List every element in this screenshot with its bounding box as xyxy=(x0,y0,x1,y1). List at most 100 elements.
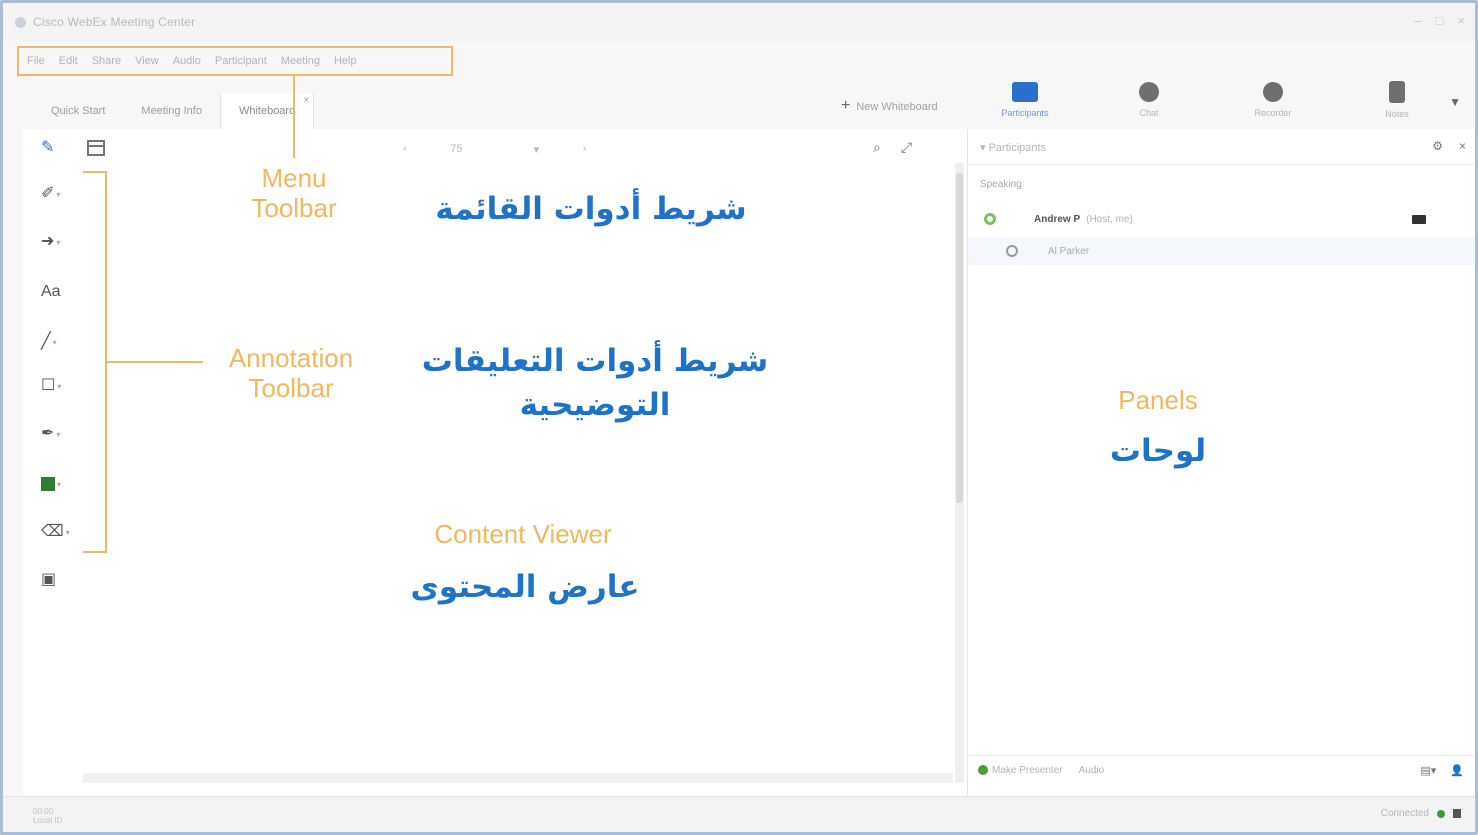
zoom-in-icon[interactable]: › xyxy=(583,143,587,155)
shape-tool[interactable]: ☐ ▾ xyxy=(41,375,71,397)
panel-tab-label: Chat xyxy=(1139,108,1159,118)
eraser-tool[interactable]: ⌫ ▾ xyxy=(41,521,71,543)
line-tool[interactable]: ╱ ▾ xyxy=(41,331,71,353)
participants-icon xyxy=(1012,82,1038,102)
add-participant-icon[interactable]: 👤 xyxy=(1450,764,1464,777)
color-picker[interactable]: ▾ xyxy=(41,473,71,495)
arrow-tool[interactable]: ➜ ▾ xyxy=(41,231,71,253)
panel-footer-actions: Make Presenter Audio xyxy=(978,765,1104,776)
video-camera-icon[interactable] xyxy=(1412,214,1426,224)
panel-tab-label: Recorder xyxy=(1254,108,1292,118)
menu-toolbar-callout-arabic: شريط أدوات القائمة xyxy=(435,191,747,227)
chevron-down-icon: ▾ xyxy=(65,527,70,537)
presenter-ball-icon xyxy=(978,765,988,776)
pointer-tool[interactable]: ✎ xyxy=(41,137,71,159)
chevron-down-icon: ▾ xyxy=(57,381,62,391)
close-icon[interactable]: × xyxy=(1459,139,1466,153)
notes-icon xyxy=(1389,81,1405,103)
menu-participant[interactable]: Participant xyxy=(215,55,267,67)
tab-meeting-info[interactable]: Meeting Info xyxy=(123,93,220,129)
menu-view[interactable]: View xyxy=(135,55,159,67)
lock-icon xyxy=(1453,809,1461,818)
phone-status-icon xyxy=(1006,245,1018,257)
layout-menu-icon[interactable]: ▤▾ xyxy=(1420,764,1436,777)
participant-row[interactable]: Al Parker xyxy=(968,237,1475,265)
annotation-toolbar: ✎ ✐ ▾ ➜ ▾ Aa ╱ ▾ ☐ ▾ ✒ ▾ ▾ ⌫ ▾ ▣ xyxy=(23,129,81,799)
speaking-label: Speaking xyxy=(980,179,1022,190)
horizontal-scrollbar[interactable] xyxy=(83,773,953,783)
line-icon: ╱ xyxy=(41,333,51,350)
panel-tab-recorder[interactable]: Recorder xyxy=(1211,71,1335,129)
chevron-down-icon: ▾ xyxy=(533,143,540,156)
text-pointer-tool[interactable]: ✐ ▾ xyxy=(41,183,71,205)
participant-name: Andrew P (Host, me) xyxy=(1034,214,1133,225)
zoom-tool-icon[interactable]: ⌕ xyxy=(873,139,881,156)
menu-edit[interactable]: Edit xyxy=(59,55,78,67)
timer-line-2: Local ID xyxy=(33,816,63,825)
panels-callout-arabic: لوحات xyxy=(1109,433,1207,469)
chevron-down-icon: ▾ xyxy=(56,429,61,439)
connection-status: Connected xyxy=(1381,808,1461,819)
connection-label: Connected xyxy=(1380,808,1429,819)
menu-toolbar: File Edit Share View Audio Participant M… xyxy=(17,46,453,76)
webex-logo-icon xyxy=(15,17,26,28)
tab-quick-start[interactable]: Quick Start xyxy=(33,93,123,129)
text-tool[interactable]: Aa xyxy=(41,281,71,303)
panel-tab-chat[interactable]: Chat xyxy=(1087,71,1211,129)
close-button[interactable]: × xyxy=(1457,13,1465,28)
app-window: Cisco WebEx Meeting Center – □ × File Ed… xyxy=(0,0,1478,835)
close-tab-icon[interactable]: × xyxy=(303,83,309,119)
chevron-down-icon: ▾ xyxy=(57,479,62,489)
save-tool[interactable]: ▣ xyxy=(41,569,71,591)
tab-whiteboard[interactable]: Whiteboard × xyxy=(219,93,315,129)
chevron-down-icon: ▾ xyxy=(56,237,61,247)
panel-title[interactable]: ▾ Participants xyxy=(980,141,1046,154)
menu-share[interactable]: Share xyxy=(92,55,121,67)
menu-help[interactable]: Help xyxy=(334,55,357,67)
content-tabs: Quick Start Meeting Info Whiteboard × xyxy=(33,93,315,129)
thumbnails-icon[interactable] xyxy=(87,140,105,156)
panel-tab-participants[interactable]: Participants xyxy=(963,71,1087,129)
participants-panel-header: ▾ Participants ⚙ × xyxy=(968,129,1475,165)
panel-header-buttons: ⚙ × xyxy=(1432,139,1466,153)
participant-row[interactable]: Andrew P (Host, me) xyxy=(968,205,1475,233)
view-controls: ⌕ ⤢ xyxy=(873,139,912,156)
participants-panel-footer: Make Presenter Audio ▤▾ 👤 xyxy=(968,755,1475,785)
timer-line-1: 00:00 xyxy=(33,807,54,816)
menu-file[interactable]: File xyxy=(27,55,45,67)
new-whiteboard-label: New Whiteboard xyxy=(856,101,938,113)
zoom-control: ‹ 75 ▾ › xyxy=(403,140,586,158)
participant-role: (Host, me) xyxy=(1086,213,1133,225)
highlighter-tool[interactable]: ✒ ▾ xyxy=(41,423,71,445)
gear-icon[interactable]: ⚙ xyxy=(1432,139,1443,153)
panel-tab-notes[interactable]: Notes xyxy=(1335,71,1459,129)
highlighter-icon: ✒ xyxy=(41,425,55,442)
maximize-button[interactable]: □ xyxy=(1436,13,1444,28)
recorder-icon xyxy=(1263,82,1283,102)
audio-status-icon xyxy=(984,213,996,225)
vertical-scrollbar[interactable] xyxy=(955,163,964,783)
panels-callout: Panels xyxy=(1118,385,1198,415)
fullscreen-icon[interactable]: ⤢ xyxy=(901,139,912,156)
make-presenter-button[interactable]: Make Presenter xyxy=(978,765,1063,776)
minimize-button[interactable]: – xyxy=(1414,13,1421,28)
new-whiteboard-button[interactable]: + New Whiteboard xyxy=(841,97,938,115)
annotation-callout-line xyxy=(107,361,203,363)
zoom-out-icon[interactable]: ‹ xyxy=(403,143,407,155)
annotation-toolbar-callout-arabic: شريط أدوات التعليقات التوضيحية xyxy=(421,343,769,423)
chevron-down-icon[interactable]: ▼ xyxy=(1449,95,1461,109)
menu-audio[interactable]: Audio xyxy=(173,55,201,67)
menu-meeting[interactable]: Meeting xyxy=(281,55,320,67)
rectangle-icon: ☐ xyxy=(41,377,56,394)
panel-tab-label: Participants xyxy=(1001,108,1049,118)
window-controls: – □ × xyxy=(1414,13,1465,28)
panel-title-label: Participants xyxy=(988,142,1047,154)
zoom-value: 75 xyxy=(450,143,463,155)
eraser-icon: ⌫ xyxy=(41,523,64,540)
menu-toolbar-callout: Menu Toolbar xyxy=(251,163,337,223)
audio-button[interactable]: Audio xyxy=(1079,765,1105,776)
zoom-select[interactable]: 75 ▾ xyxy=(415,140,575,158)
scrollbar-thumb[interactable] xyxy=(956,173,963,503)
pen-icon: ✎ xyxy=(41,139,55,156)
annotate-pointer-icon: ✐ xyxy=(41,185,55,202)
